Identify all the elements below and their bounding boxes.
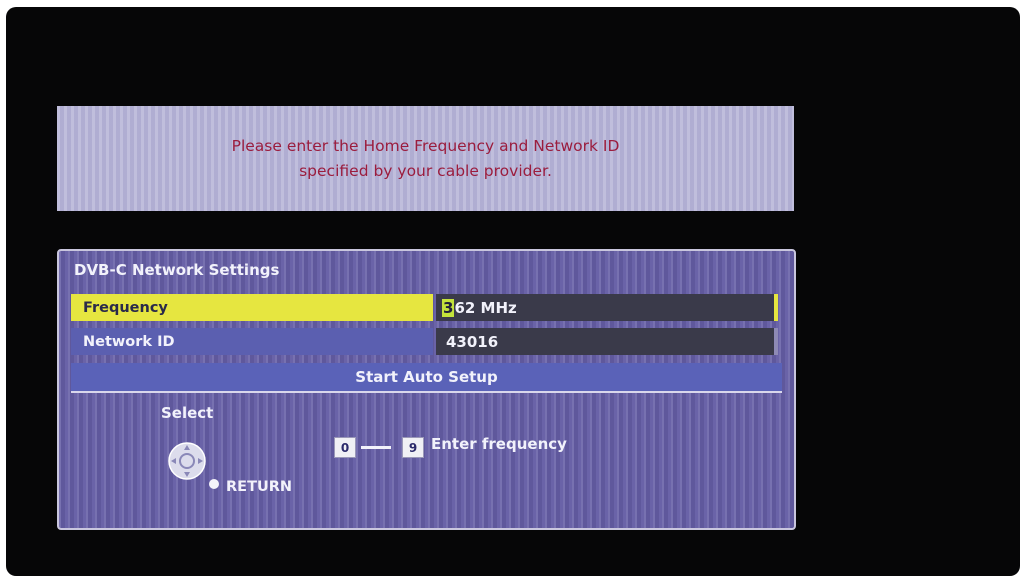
- instruction-line-2: specified by your cable provider.: [299, 161, 552, 180]
- network-id-label: Network ID: [71, 328, 433, 355]
- key-9: 9: [402, 437, 424, 458]
- return-dot-icon: [209, 479, 219, 489]
- key-range-dash: [361, 446, 391, 449]
- select-label: Select: [161, 404, 214, 422]
- network-id-row[interactable]: Network ID 43016: [71, 328, 782, 355]
- frequency-row[interactable]: Frequency 3 62 MHz: [71, 294, 782, 321]
- return-label: RETURN: [226, 479, 293, 495]
- panel-title: DVB-C Network Settings: [74, 261, 280, 279]
- instruction-banner: Please enter the Home Frequency and Netw…: [57, 106, 794, 211]
- start-auto-setup-button[interactable]: Start Auto Setup: [71, 363, 782, 393]
- network-settings-panel: DVB-C Network Settings Frequency 3 62 MHz…: [57, 249, 796, 530]
- frequency-value: 62 MHz: [454, 298, 517, 317]
- instruction-line-1: Please enter the Home Frequency and Netw…: [231, 136, 620, 155]
- frequency-cursor-digit: 3: [442, 298, 455, 317]
- frequency-input[interactable]: 3 62 MHz: [436, 294, 778, 321]
- instruction-text: Please enter the Home Frequency and Netw…: [232, 134, 620, 184]
- network-id-input[interactable]: 43016: [436, 328, 778, 355]
- tv-screen: Please enter the Home Frequency and Netw…: [6, 7, 1020, 576]
- enter-frequency-hint: Enter frequency: [431, 435, 567, 453]
- dpad-icon: [168, 442, 206, 480]
- key-0: 0: [334, 437, 356, 458]
- frequency-label: Frequency: [71, 294, 433, 321]
